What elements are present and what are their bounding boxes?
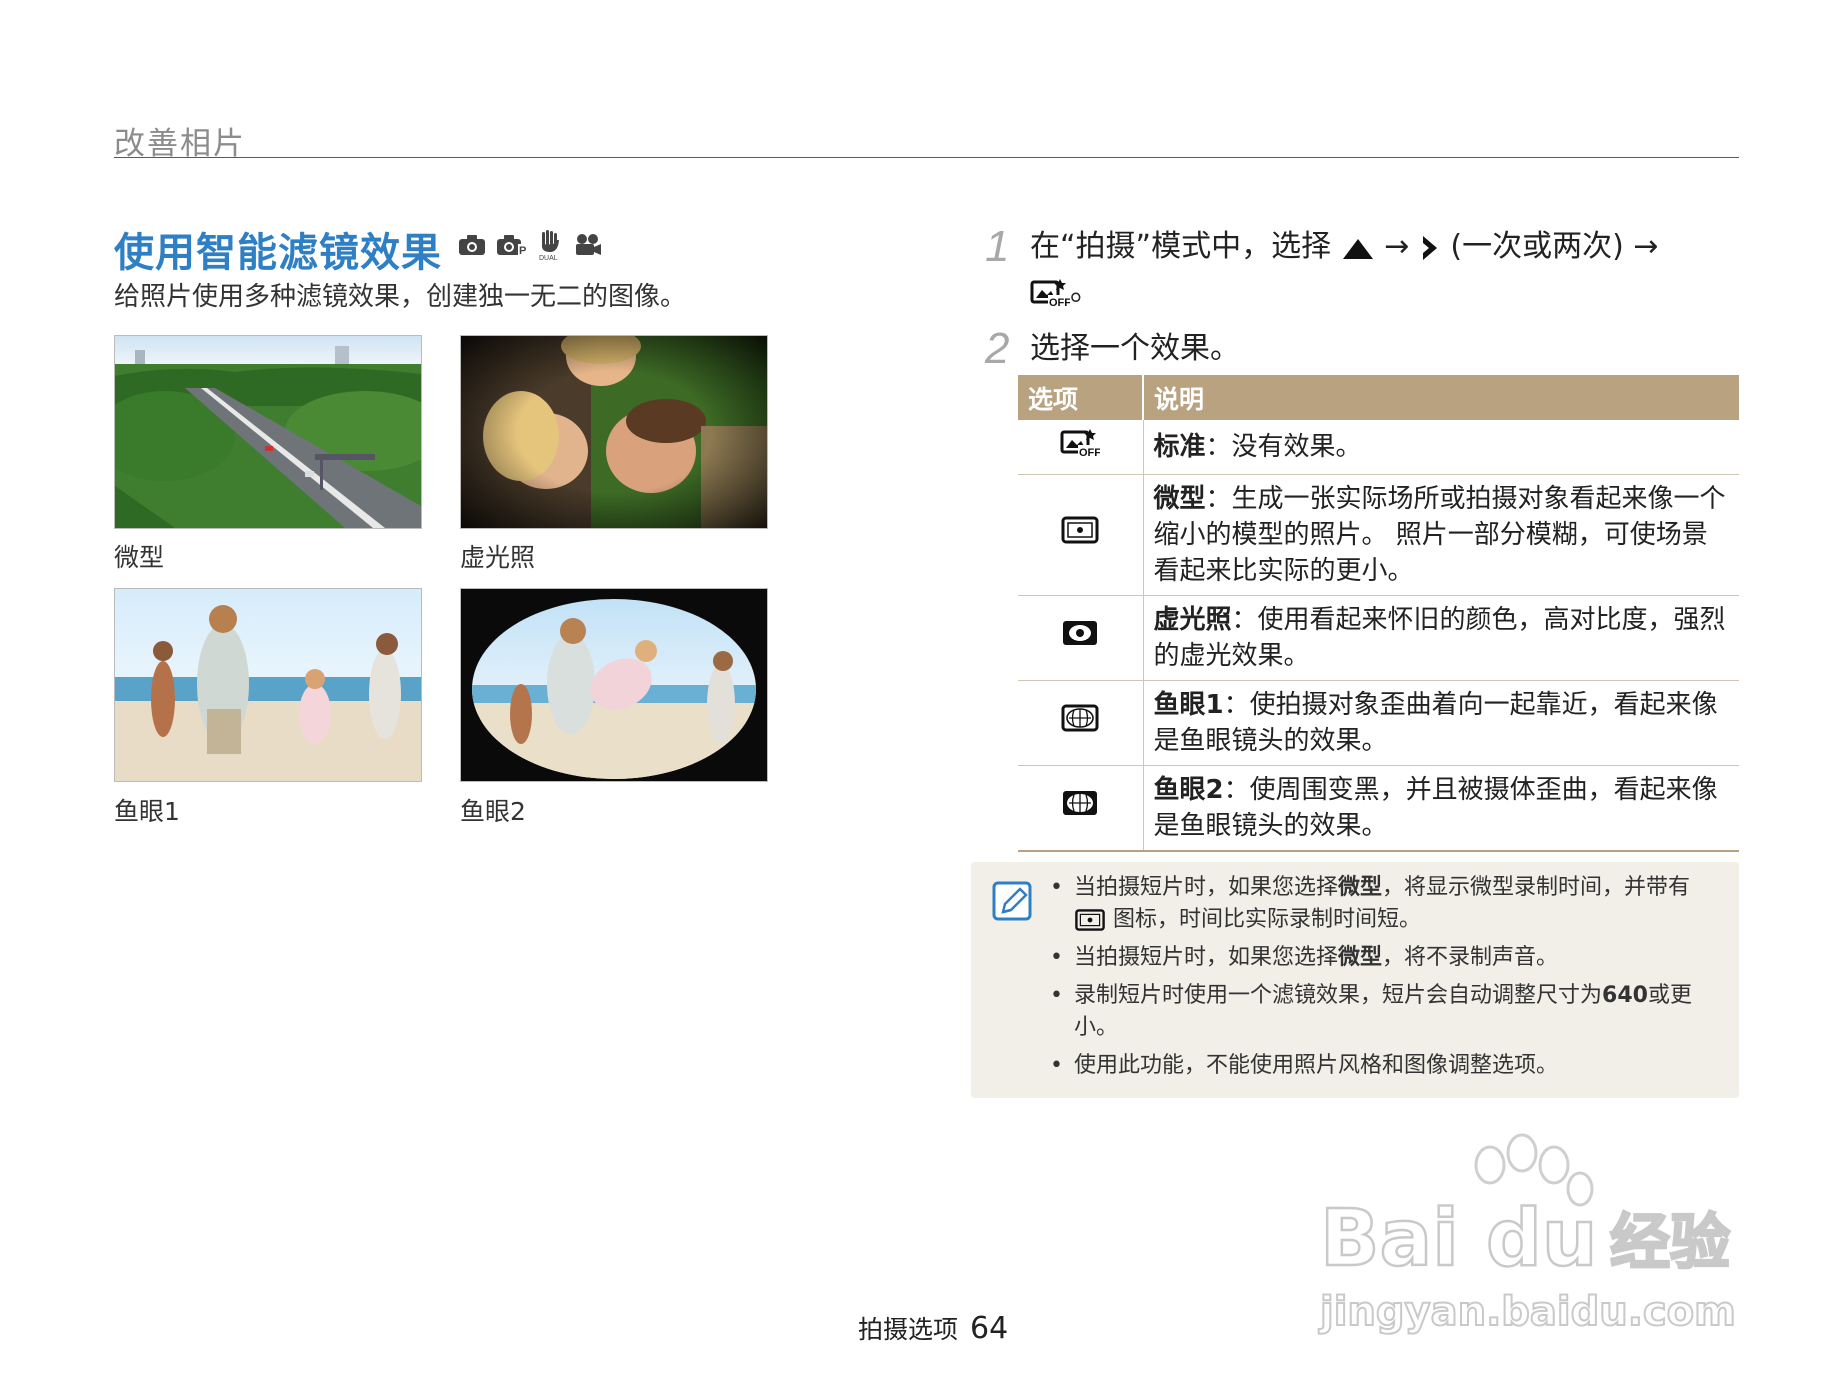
list-item: 当拍摄短片时，如果您选择微型，将显示微型录制时间，并带有 图标，时间比实际录制时… (1050, 872, 1720, 936)
photo-caption: 虚光照 (460, 543, 536, 572)
option-name: 鱼眼2 (1153, 775, 1224, 805)
step-1-text: 在“拍摄”模式中，选择 → (一次或两次) → OFF 。 (1030, 225, 1750, 313)
watermark-cn: 经验 (1610, 1208, 1730, 1278)
program-camera-icon: P (497, 235, 528, 256)
options-table: 选项 说明 OFF 标准：没有效果。 微型：生成一张实际场所或拍摄对象看起来像一… (1018, 375, 1739, 852)
footer-label: 拍摄选项 (858, 1315, 959, 1344)
arrow: → (1633, 229, 1659, 264)
fisheye1-icon (1061, 704, 1099, 732)
arrow: → (1384, 229, 1410, 264)
option-name: 微型 (1153, 484, 1206, 514)
option-desc: ：使用看起来怀旧的颜色，高对比度，强烈的虚光效果。 (1153, 605, 1726, 671)
up-triangle-icon (1342, 238, 1373, 259)
photo-caption: 鱼眼1 (114, 797, 180, 826)
fisheye2-icon (1063, 791, 1098, 815)
table-row: 鱼眼1：使拍摄对象歪曲着向一起靠近，看起来像是鱼眼镜头的效果。 (1018, 680, 1739, 766)
step-2-text: 选择一个效果。 (1030, 331, 1240, 366)
miniature-sample-photo (114, 335, 422, 529)
table-header: 选项 (1018, 375, 1144, 420)
miniature-icon (1075, 909, 1105, 931)
table-row: 微型：生成一张实际场所或拍摄对象看起来像一个缩小的模型的照片。 照片一部分模糊，… (1018, 474, 1739, 596)
vignetting-icon (1063, 621, 1098, 645)
note-list: 当拍摄短片时，如果您选择微型，将显示微型录制时间，并带有 图标，时间比实际录制时… (1050, 872, 1720, 1088)
svg-text:DUAL: DUAL (539, 255, 558, 260)
chevron-right-icon (1422, 235, 1437, 260)
step-1-middle: (一次或两次) (1450, 229, 1624, 264)
option-desc: ：没有效果。 (1205, 432, 1362, 462)
step-1-end: 。 (1070, 273, 1100, 308)
option-desc: ：使周围变黑，并且被摄体歪曲，看起来像是鱼眼镜头的效果。 (1153, 775, 1718, 841)
mode-icons: P DUAL (458, 230, 602, 260)
list-item: 使用此功能，不能使用照片风格和图像调整选项。 (1050, 1050, 1720, 1082)
photo-caption: 微型 (114, 543, 165, 572)
dual-is-icon: DUAL (539, 230, 559, 260)
option-desc: ：生成一张实际场所或拍摄对象看起来像一个缩小的模型的照片。 照片一部分模糊，可使… (1153, 484, 1726, 586)
svg-text:P: P (519, 245, 526, 256)
miniature-icon (1061, 516, 1099, 544)
watermark-url: jingyan.baidu.com (1318, 1289, 1736, 1335)
svg-text:OFF: OFF (1049, 297, 1070, 308)
photo-caption: 鱼眼2 (460, 797, 526, 826)
table-header: 说明 (1143, 375, 1739, 420)
baidu-watermark: Bai du 经验 jingyan.baidu.com (1317, 1133, 1737, 1336)
option-name: 鱼眼1 (1153, 690, 1224, 720)
note-pencil-icon (992, 881, 1032, 921)
filter-off-icon: OFF (1060, 429, 1102, 459)
step-number: 2 (985, 324, 1010, 373)
option-name: 虚光照 (1153, 605, 1232, 635)
table-row: 虚光照：使用看起来怀旧的颜色，高对比度，强烈的虚光效果。 (1018, 595, 1739, 681)
intro-text: 给照片使用多种滤镜效果，创建独一无二的图像。 (114, 282, 687, 312)
header-divider (114, 157, 1739, 158)
fisheye1-sample-photo (114, 588, 422, 782)
list-item: 录制短片时使用一个滤镜效果，短片会自动调整尺寸为640或更小。 (1050, 980, 1720, 1044)
watermark-brand: Bai du (1320, 1194, 1597, 1284)
page-number: 64 (970, 1311, 1009, 1346)
list-item: 当拍摄短片时，如果您选择微型，将不录制声音。 (1050, 942, 1720, 974)
step-1-pre: 在“拍摄”模式中，选择 (1030, 229, 1332, 264)
filter-off-icon: OFF (1030, 278, 1070, 308)
movie-icon (576, 234, 601, 255)
step-number: 1 (985, 222, 1010, 271)
camera-icon (459, 235, 485, 255)
page-title: 使用智能滤镜效果 (114, 230, 442, 276)
table-row: OFF 标准：没有效果。 (1018, 420, 1739, 475)
option-desc: ：使拍摄对象歪曲着向一起靠近，看起来像是鱼眼镜头的效果。 (1153, 690, 1718, 756)
option-name: 标准 (1153, 432, 1206, 462)
fisheye2-sample-photo (460, 588, 768, 782)
table-row: 鱼眼2：使周围变黑，并且被摄体歪曲，看起来像是鱼眼镜头的效果。 (1018, 765, 1739, 852)
svg-text:OFF: OFF (1079, 447, 1100, 458)
page-footer: 拍摄选项 64 (858, 1310, 1008, 1346)
vignetting-sample-photo (460, 335, 768, 529)
